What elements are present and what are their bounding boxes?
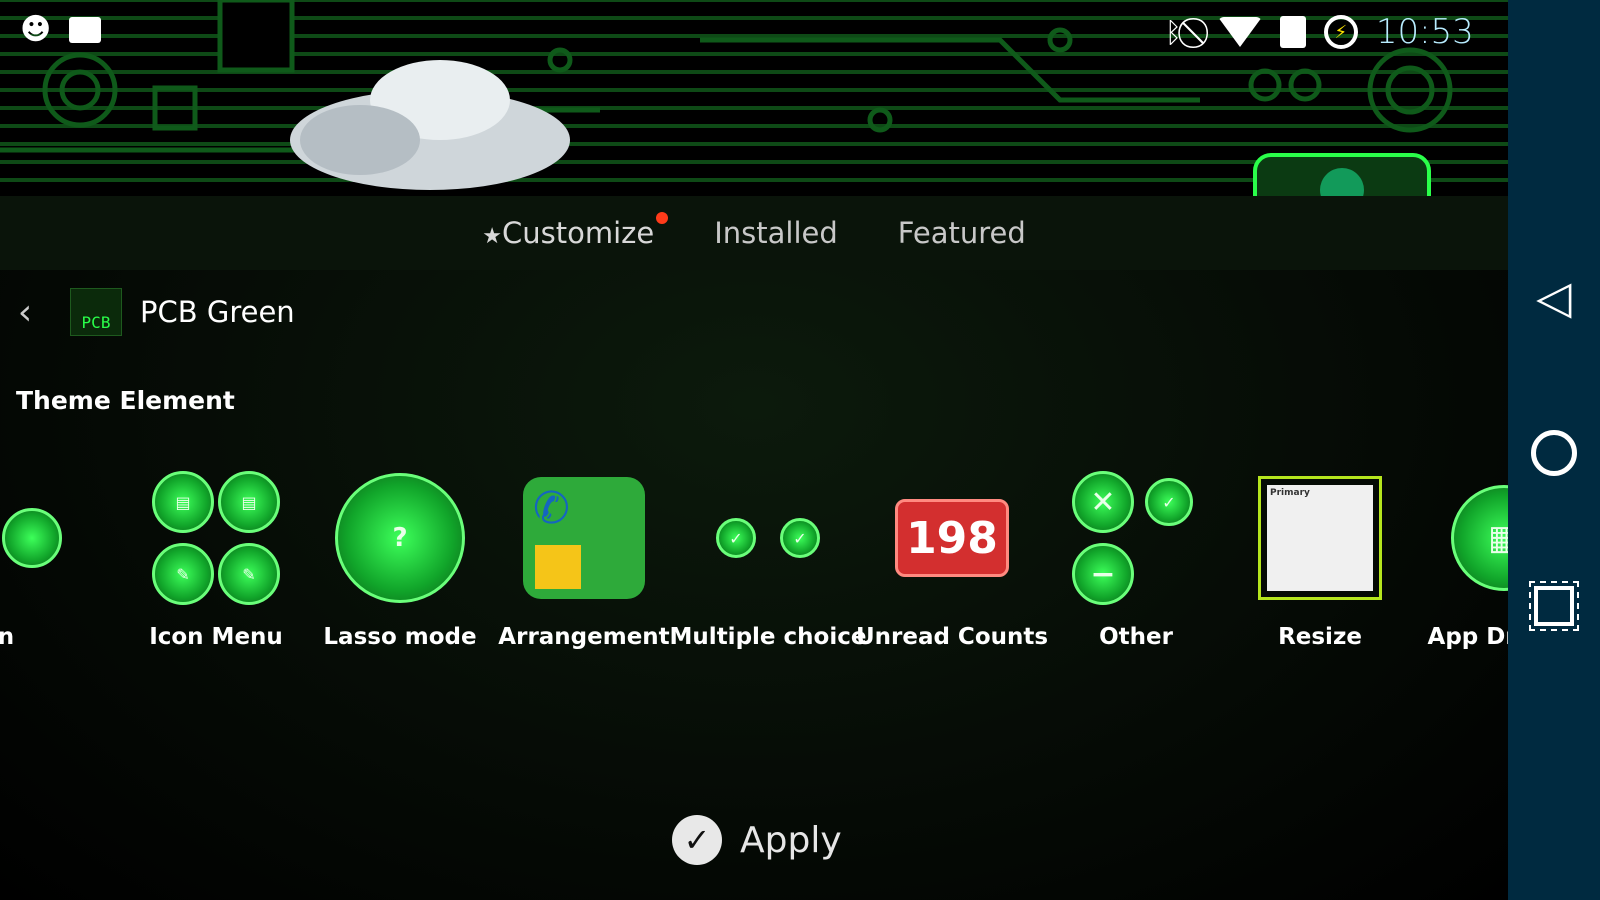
checkmark-icon: ✓	[672, 815, 722, 865]
wifi-icon	[1217, 17, 1262, 47]
battery-charging-icon: ⚡	[1323, 15, 1358, 49]
icon-preview	[0, 468, 102, 608]
back-triangle-icon[interactable]: ◁	[1536, 274, 1571, 320]
apply-button[interactable]: ✓ Apply	[672, 815, 842, 865]
section-title: Theme Element	[16, 386, 235, 415]
tab-customize[interactable]: ★Customize	[482, 212, 669, 250]
navigation-bar: ◁	[1508, 0, 1600, 900]
element-resize[interactable]: Primary Resize	[1228, 468, 1412, 650]
no-sim-icon	[1279, 16, 1306, 48]
theme-preview-icon	[1253, 153, 1431, 196]
tab-bar: ★Customize Installed Featured	[0, 196, 1508, 270]
arrangement-preview: ✆	[514, 468, 654, 608]
status-left: ☻	[20, 12, 102, 47]
resize-preview: Primary	[1250, 468, 1390, 608]
cyanogen-mascot-icon: ☻	[20, 12, 52, 47]
lasso-mode-preview: ?	[330, 468, 470, 608]
unread-counts-preview: 198	[882, 468, 1022, 608]
theme-name: PCB Green	[140, 295, 295, 329]
status-right: ᛒ ⃠ ⚡ 10:53	[1165, 12, 1474, 52]
briefcase-icon	[69, 16, 102, 43]
theme-element-list[interactable]: Icon ▤▤ ✎✎ Icon Menu ? Lasso mode ✆ Arra…	[0, 468, 1596, 650]
cloud-icon	[290, 60, 570, 190]
phone-icon: ✆	[533, 483, 570, 534]
element-unread-counts[interactable]: 198 Unread Counts	[856, 468, 1048, 650]
element-arrangement[interactable]: ✆ Arrangement	[492, 468, 676, 650]
back-chevron-icon[interactable]: ‹	[0, 292, 50, 333]
home-circle-icon[interactable]	[1531, 430, 1577, 476]
element-other[interactable]: ✕ ✓ − Other	[1044, 468, 1228, 650]
element-icon[interactable]: Icon	[0, 468, 124, 650]
theme-thumbnail: PCB	[70, 288, 122, 336]
theme-titlebar: ‹ PCB PCB Green	[0, 282, 295, 342]
tab-featured[interactable]: Featured	[898, 216, 1026, 250]
multiple-choice-preview: ✓ ✓	[698, 468, 838, 608]
theme-header-wallpaper: ☻ ᛒ ⃠ ⚡ 10:53	[0, 0, 1508, 196]
icon-menu-preview: ▤ ▤ ✎ ✎	[151, 468, 281, 608]
clock: 10:53	[1375, 12, 1474, 52]
bluetooth-icon: ᛒ	[1165, 15, 1182, 49]
star-icon: ★	[482, 224, 502, 249]
element-icon-menu[interactable]: ▤ ▤ ✎ ✎ Icon Menu	[124, 468, 308, 650]
tab-installed[interactable]: Installed	[714, 216, 838, 250]
element-lasso-mode[interactable]: ? Lasso mode	[308, 468, 492, 650]
recents-square-icon[interactable]	[1529, 581, 1579, 631]
notification-dot	[656, 212, 669, 224]
element-multiple-choice[interactable]: ✓ ✓ Multiple choice	[670, 468, 866, 650]
launcher-screen: ☻ ᛒ ⃠ ⚡ 10:53 ★Customize Installed Featu…	[0, 0, 1580, 900]
other-preview: ✕ ✓ −	[1071, 468, 1201, 608]
